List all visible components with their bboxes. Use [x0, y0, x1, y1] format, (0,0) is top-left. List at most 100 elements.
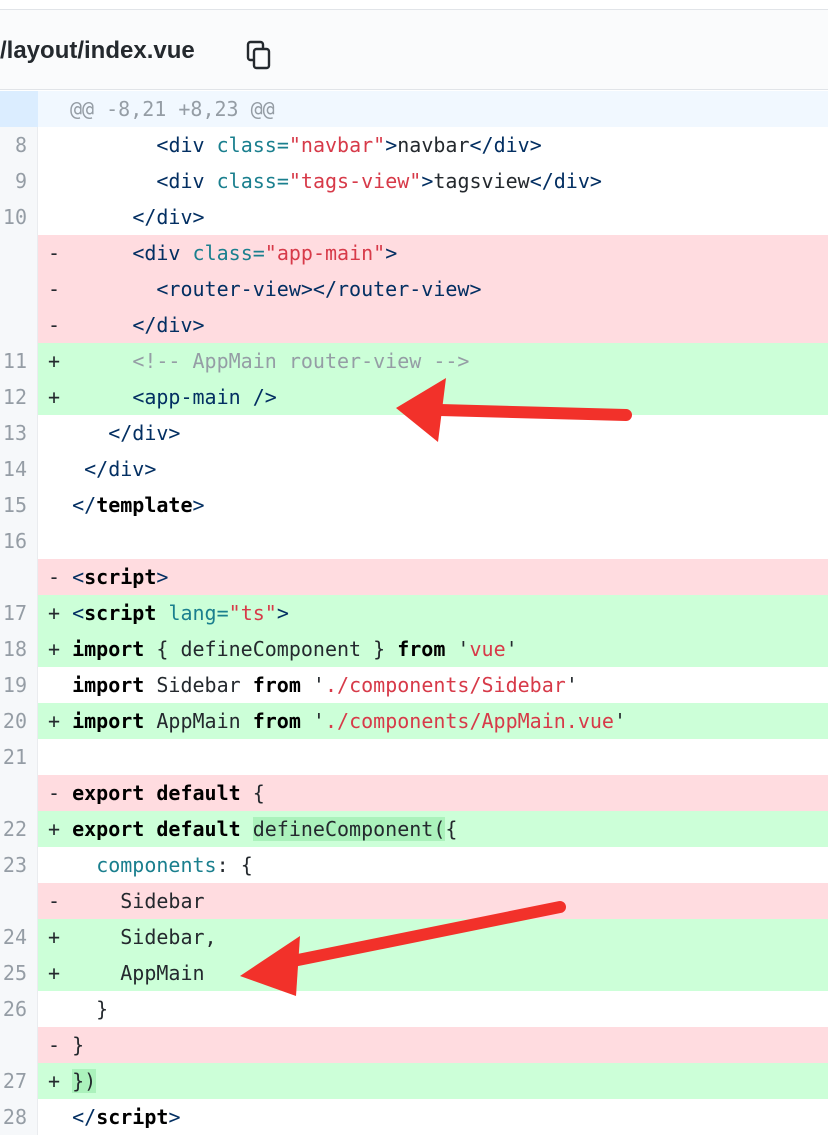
diff-line-added: 25 + AppMain	[0, 955, 828, 991]
code-token: Sidebar	[72, 889, 205, 913]
line-number[interactable]: 28	[0, 1099, 38, 1135]
diff-marker	[48, 205, 72, 229]
code-token: { defineComponent }	[144, 637, 398, 661]
line-number[interactable]	[0, 271, 38, 307]
diff-view: @@ -8,21 +8,23 @@ 8 <div class="navbar">…	[0, 91, 828, 1135]
code-token: "navbar"	[288, 133, 386, 157]
diff-line-added: 18 + import { defineComponent } from 'vue…	[0, 631, 828, 667]
code-token: <router-view></router-view>	[156, 277, 482, 301]
diff-marker	[48, 529, 72, 553]
diff-marker: +	[48, 1069, 73, 1093]
code-token: export default	[72, 817, 241, 841]
code-content	[38, 523, 828, 559]
code-content: + AppMain	[38, 955, 828, 991]
hunk-gutter[interactable]	[0, 91, 38, 127]
code-content: import Sidebar from './components/Sideba…	[38, 667, 828, 703]
diff-marker: -	[48, 277, 73, 301]
line-number[interactable]	[0, 775, 38, 811]
line-number[interactable]: 21	[0, 739, 38, 775]
diff-marker: -	[48, 781, 73, 805]
code-content: - <router-view></router-view>	[38, 271, 828, 307]
code-content: - </div>	[38, 307, 828, 343]
line-number[interactable]: 15	[0, 487, 38, 523]
diff-line-added: 27 + })	[0, 1063, 828, 1099]
code-token: >	[168, 1105, 181, 1129]
diff-marker	[48, 169, 72, 193]
diff-line-removed: - <div class="app-main">	[0, 235, 828, 271]
diff-line: 9 <div class="tags-view">tagsview</div>	[0, 163, 828, 199]
code-content: </div>	[38, 415, 828, 451]
line-number[interactable]: 18	[0, 631, 38, 667]
line-number[interactable]: 20	[0, 703, 38, 739]
code-token: >	[156, 565, 169, 589]
diff-marker	[48, 997, 72, 1021]
code-token: import	[72, 709, 145, 733]
line-number[interactable]: 9	[0, 163, 38, 199]
line-number[interactable]: 8	[0, 127, 38, 163]
code-content: + <!-- AppMain router-view -->	[38, 343, 828, 379]
diff-line-removed: - export default {	[0, 775, 828, 811]
code-token: <div	[156, 169, 217, 193]
code-token: AppMain	[72, 961, 205, 985]
line-number[interactable]: 25	[0, 955, 38, 991]
code-token: {	[445, 817, 458, 841]
line-number[interactable]: 27	[0, 1063, 38, 1099]
line-number[interactable]	[0, 307, 38, 343]
diff-line: 26 }	[0, 991, 828, 1027]
diff-line-added: 12 + <app-main />	[0, 379, 828, 415]
line-number[interactable]: 19	[0, 667, 38, 703]
line-number[interactable]	[0, 1027, 38, 1063]
hunk-header: @@ -8,21 +8,23 @@	[0, 91, 828, 127]
diff-marker	[48, 853, 72, 877]
diff-marker: +	[48, 385, 73, 409]
line-number[interactable]: 23	[0, 847, 38, 883]
line-number[interactable]	[0, 235, 38, 271]
line-number[interactable]	[0, 883, 38, 919]
code-token: class=	[192, 241, 265, 265]
code-token: from	[397, 637, 446, 661]
code-content: </script>	[38, 1099, 828, 1135]
code-token: script	[84, 601, 169, 625]
diff-marker	[48, 493, 72, 517]
code-token: '	[565, 673, 578, 697]
line-number[interactable]: 26	[0, 991, 38, 1027]
code-token: }	[72, 997, 109, 1021]
line-number[interactable]: 11	[0, 343, 38, 379]
line-number[interactable]: 16	[0, 523, 38, 559]
copy-icon[interactable]	[246, 40, 272, 70]
code-content: <div class="tags-view">tagsview</div>	[38, 163, 828, 199]
line-number[interactable]: 17	[0, 595, 38, 631]
code-token: <	[72, 565, 85, 589]
line-number[interactable]: 10	[0, 199, 38, 235]
line-number[interactable]: 14	[0, 451, 38, 487]
line-number[interactable]: 22	[0, 811, 38, 847]
code-token: AppMain	[144, 709, 253, 733]
line-number[interactable]: 13	[0, 415, 38, 451]
diff-marker	[48, 1105, 72, 1129]
code-token: '	[445, 637, 470, 661]
code-content: + Sidebar,	[38, 919, 828, 955]
code-token: components	[96, 853, 217, 877]
diff-marker	[48, 457, 72, 481]
line-number[interactable]: 24	[0, 919, 38, 955]
code-content: <div class="navbar">navbar</div>	[38, 127, 828, 163]
code-token: div	[168, 133, 217, 157]
code-content: - export default {	[38, 775, 828, 811]
line-number[interactable]: 12	[0, 379, 38, 415]
code-content: + import AppMain from './components/AppM…	[38, 703, 828, 739]
file-path[interactable]: /layout/index.vue	[0, 37, 195, 65]
code-content	[38, 739, 828, 775]
line-number[interactable]	[0, 559, 38, 595]
code-token: </div>	[84, 457, 157, 481]
code-content: + })	[38, 1063, 828, 1099]
code-token: </div>	[132, 205, 205, 229]
code-token: </div>	[469, 133, 542, 157]
code-token: >	[192, 493, 205, 517]
code-token: <!-- AppMain router-view -->	[132, 349, 470, 373]
diff-line: 16	[0, 523, 828, 559]
code-content: components: {	[38, 847, 828, 883]
code-token: >	[385, 133, 398, 157]
